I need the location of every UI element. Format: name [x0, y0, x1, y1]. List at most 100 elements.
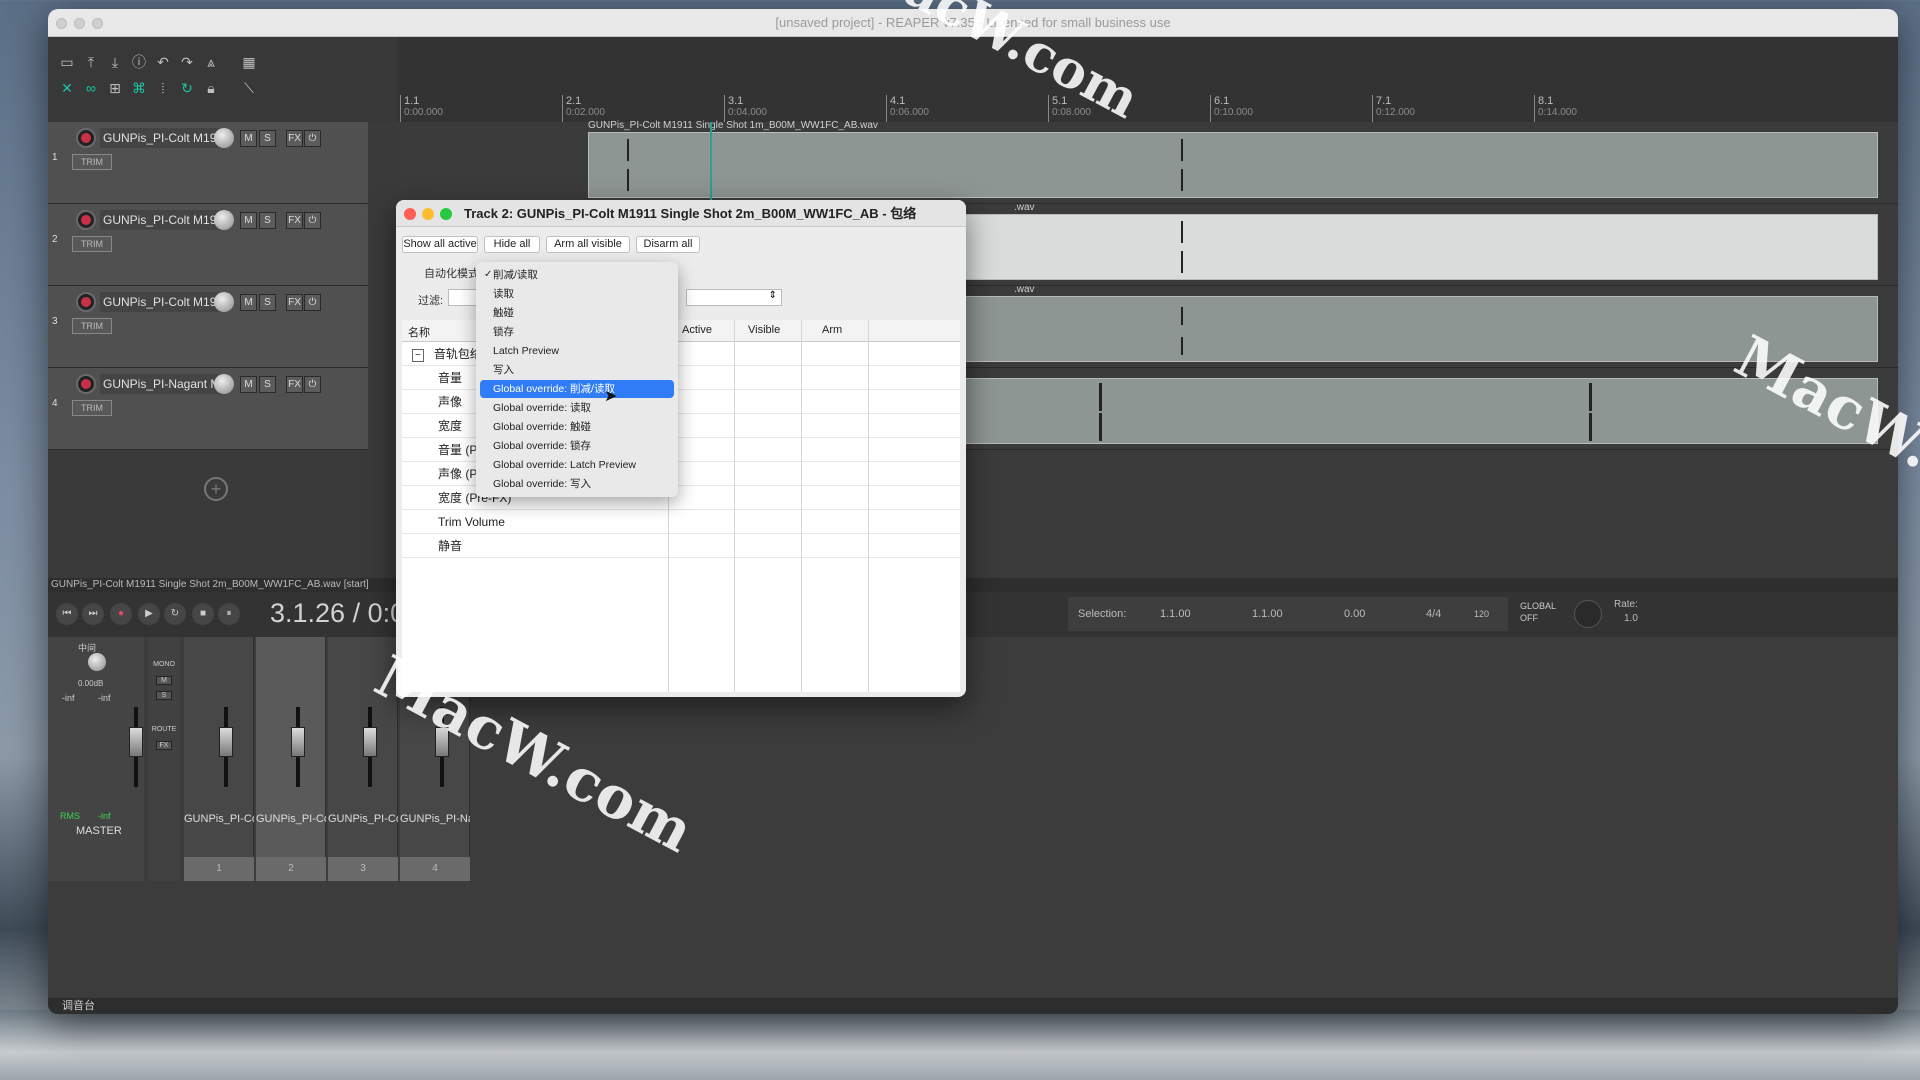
- lock-icon[interactable]: 🔒︎: [200, 77, 222, 99]
- dialog-zoom-button[interactable]: [440, 208, 452, 220]
- dialog-close-button[interactable]: [404, 208, 416, 220]
- solo-button[interactable]: S: [259, 212, 276, 229]
- play-icon[interactable]: ▶: [138, 603, 160, 625]
- mute-button[interactable]: M: [240, 130, 257, 147]
- track-name[interactable]: GUNPis_PI-Nagant M1895: [100, 374, 226, 394]
- menu-item-highlighted[interactable]: Global override: 削减/读取: [480, 380, 674, 398]
- track-name[interactable]: GUNPis_PI-Colt M1911: [100, 210, 226, 230]
- menu-item[interactable]: Global override: 触碰: [480, 418, 674, 436]
- master-pan-knob[interactable]: [88, 653, 106, 671]
- mute-button[interactable]: M: [240, 294, 257, 311]
- add-track-icon[interactable]: +: [204, 477, 228, 501]
- mono-button[interactable]: MONO: [148, 661, 180, 668]
- snap-icon[interactable]: ⦙: [152, 77, 174, 99]
- track-header[interactable]: 2 GUNPis_PI-Colt M1911 M S FX ⏻ TRIM: [48, 204, 368, 286]
- mixer-tab[interactable]: 调音台: [48, 998, 1898, 1014]
- link-icon[interactable]: ∞: [80, 77, 102, 99]
- timeline-ruler[interactable]: 1.1 0:00.000 2.1 0:02.000 3.1 0:04.000 4.1 0…: [398, 37, 1898, 122]
- table-row[interactable]: 静音: [402, 534, 960, 558]
- mixer-strip-selected[interactable]: GUNPis_PI-Col 2: [256, 637, 326, 881]
- record-arm-button[interactable]: [76, 128, 96, 148]
- track-fader[interactable]: [363, 727, 377, 757]
- track-name[interactable]: GUNPis_PI-Colt M1911: [100, 128, 226, 148]
- filter-select[interactable]: ⇕: [686, 289, 782, 306]
- track-header[interactable]: 4 GUNPis_PI-Nagant M1895 M S FX ⏻ TRIM: [48, 368, 368, 450]
- column-visible[interactable]: Visible: [748, 324, 780, 336]
- fx-bypass-button[interactable]: ⏻: [304, 130, 321, 147]
- volume-knob[interactable]: [214, 128, 234, 148]
- fx-bypass-button[interactable]: ⏻: [304, 294, 321, 311]
- redo-icon[interactable]: ↷: [176, 51, 198, 73]
- arm-all-visible-button[interactable]: Arm all visible: [546, 236, 630, 253]
- trim-button[interactable]: TRIM: [72, 400, 112, 416]
- selection-end[interactable]: 1.1.00: [1252, 597, 1283, 631]
- disarm-all-button[interactable]: Disarm all: [636, 236, 700, 253]
- go-to-start-icon[interactable]: ⏮: [56, 603, 78, 625]
- rate-value[interactable]: 1.0: [1614, 612, 1638, 626]
- repeat-icon[interactable]: ↻: [164, 603, 186, 625]
- global-automation-toggle[interactable]: GLOBAL OFF: [1520, 600, 1556, 624]
- master-solo-button[interactable]: S: [156, 691, 172, 700]
- envelope-icon[interactable]: ⟍: [238, 77, 260, 99]
- close-button[interactable]: [56, 18, 67, 29]
- column-active[interactable]: Active: [682, 324, 712, 336]
- hide-all-button[interactable]: Hide all: [484, 236, 540, 253]
- tempo-value[interactable]: 120: [1474, 597, 1489, 631]
- mixer-strip[interactable]: GUNPis_PI-Col 1: [184, 637, 254, 881]
- master-fx-button[interactable]: FX: [156, 741, 172, 750]
- grid-view-icon[interactable]: ▦: [238, 51, 260, 73]
- volume-knob[interactable]: [214, 210, 234, 230]
- mute-button[interactable]: M: [240, 212, 257, 229]
- collapse-icon[interactable]: −: [412, 349, 424, 362]
- save-project-icon[interactable]: ⤓: [104, 51, 126, 73]
- column-name[interactable]: 名称: [408, 324, 430, 340]
- go-to-end-icon[interactable]: ⏭: [82, 603, 104, 625]
- track-header[interactable]: 3 GUNPis_PI-Colt M1911 M S FX ⏻ TRIM: [48, 286, 368, 368]
- menu-item[interactable]: ✓ 削减/读取: [480, 266, 674, 284]
- fx-bypass-button[interactable]: ⏻: [304, 212, 321, 229]
- show-all-active-button[interactable]: Show all active: [402, 236, 478, 253]
- undo-icon[interactable]: ↶: [152, 51, 174, 73]
- menu-item[interactable]: 读取: [480, 285, 674, 303]
- new-project-icon[interactable]: ▭: [56, 51, 78, 73]
- playrate-knob[interactable]: [1574, 600, 1602, 628]
- menu-item[interactable]: Latch Preview: [480, 342, 674, 360]
- open-project-icon[interactable]: ⤒: [80, 51, 102, 73]
- track-fader[interactable]: [219, 727, 233, 757]
- track-name[interactable]: GUNPis_PI-Colt M1911: [100, 292, 226, 312]
- ripple-icon[interactable]: ✕: [56, 77, 78, 99]
- menu-item[interactable]: 写入: [480, 361, 674, 379]
- solo-button[interactable]: S: [259, 376, 276, 393]
- fx-bypass-button[interactable]: ⏻: [304, 376, 321, 393]
- master-mute-button[interactable]: M: [156, 676, 172, 685]
- record-icon[interactable]: ●: [110, 603, 132, 625]
- media-item[interactable]: [588, 132, 1878, 198]
- menu-item[interactable]: Global override: 读取: [480, 399, 674, 417]
- fx-button[interactable]: FX: [286, 212, 303, 229]
- master-fader[interactable]: [129, 727, 143, 757]
- menu-item[interactable]: Global override: 写入: [480, 475, 674, 493]
- trim-button[interactable]: TRIM: [72, 154, 112, 170]
- record-arm-button[interactable]: [76, 210, 96, 230]
- fx-button[interactable]: FX: [286, 294, 303, 311]
- track-lane[interactable]: GUNPis_PI-Colt M1911 Single Shot 1m_B00M…: [398, 120, 1898, 204]
- table-row[interactable]: Trim Volume: [402, 510, 960, 534]
- dialog-minimize-button[interactable]: [422, 208, 434, 220]
- column-arm[interactable]: Arm: [822, 324, 842, 336]
- minimize-button[interactable]: [74, 18, 85, 29]
- time-signature[interactable]: 4/4: [1426, 597, 1441, 631]
- track-header[interactable]: 1 GUNPis_PI-Colt M1911 M S FX ⏻ TRIM: [48, 122, 368, 204]
- route-button[interactable]: ROUTE: [148, 726, 180, 733]
- fx-button[interactable]: FX: [286, 376, 303, 393]
- menu-item[interactable]: Global override: Latch Preview: [480, 456, 674, 474]
- zoom-button[interactable]: [92, 18, 103, 29]
- record-arm-button[interactable]: [76, 374, 96, 394]
- envelope-link-icon[interactable]: ⌘: [128, 77, 150, 99]
- loop-icon[interactable]: ↻: [176, 77, 198, 99]
- record-arm-button[interactable]: [76, 292, 96, 312]
- project-info-icon[interactable]: ⓘ: [128, 51, 150, 73]
- selection-start[interactable]: 1.1.00: [1160, 597, 1191, 631]
- track-fader[interactable]: [291, 727, 305, 757]
- metronome-icon[interactable]: ⩓: [200, 51, 222, 73]
- menu-item[interactable]: Global override: 锁存: [480, 437, 674, 455]
